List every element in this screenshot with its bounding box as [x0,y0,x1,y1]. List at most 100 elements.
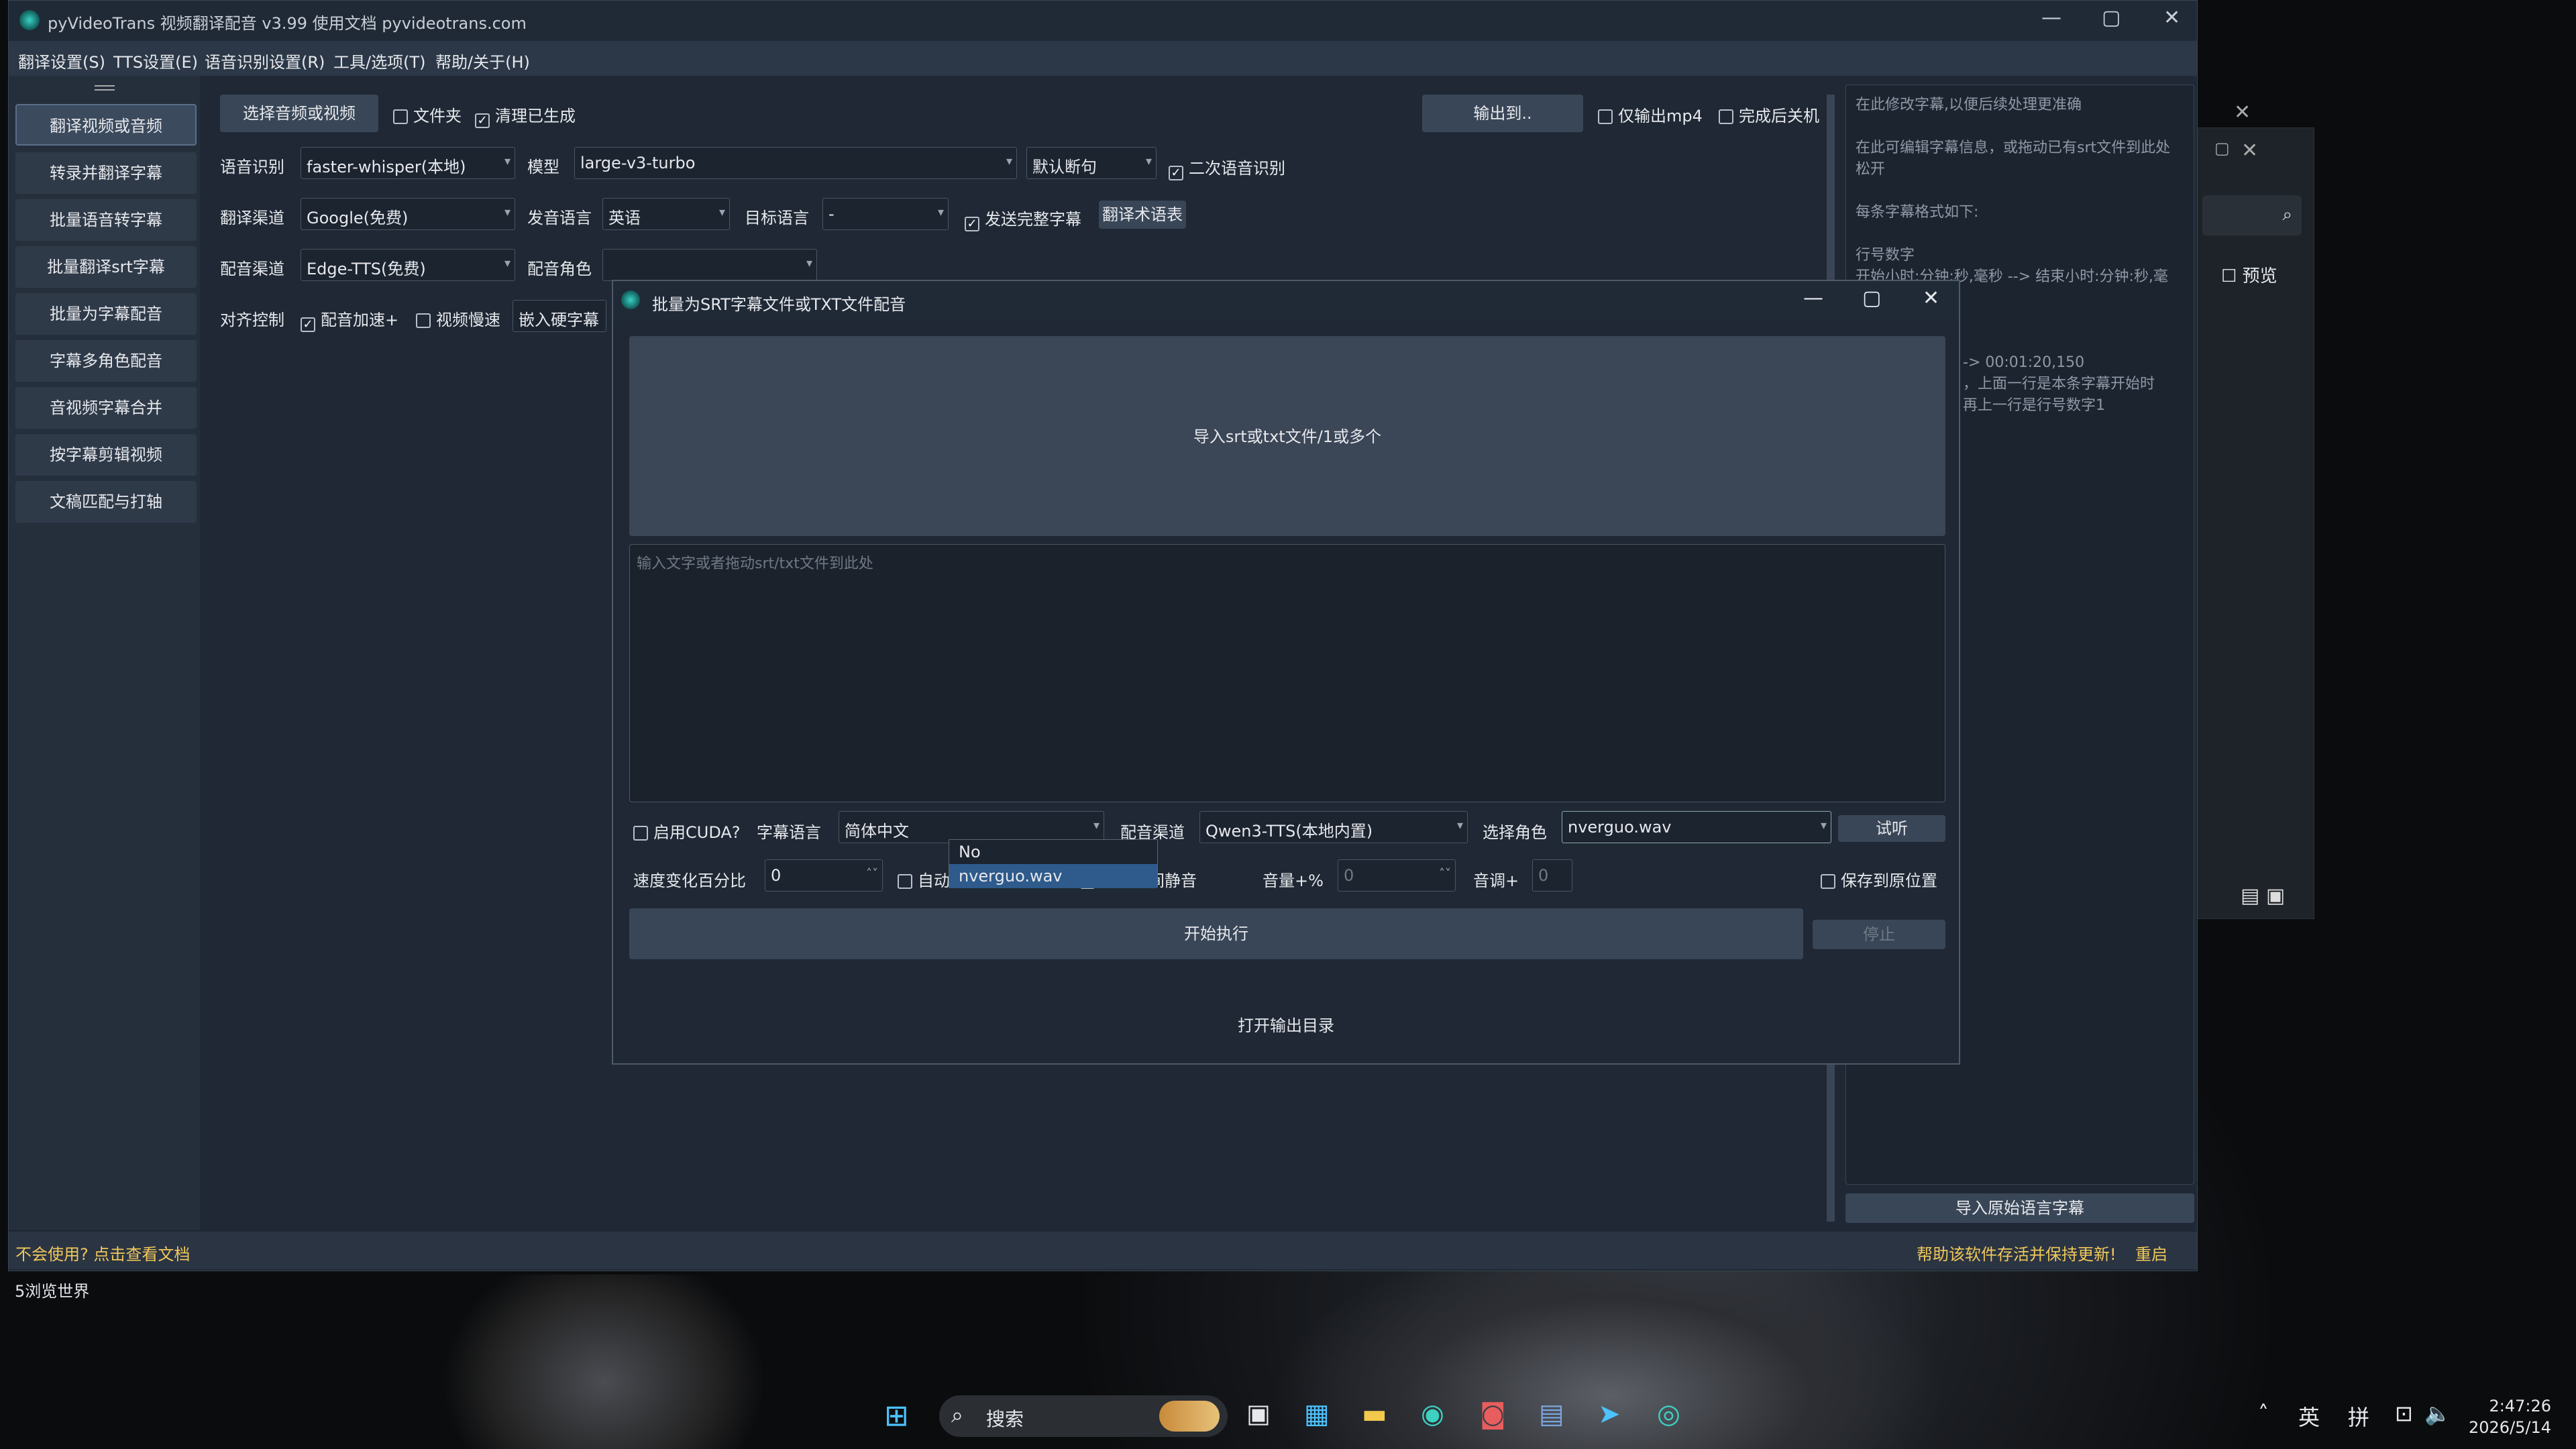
save-orig-checkbox[interactable]: 保存到原位置 [1821,867,1937,891]
support-link[interactable]: 帮助该软件存活并保持更新! [1917,1241,2116,1265]
ime-lang[interactable]: 英 [2298,1401,2320,1432]
menu-translate-settings[interactable]: 翻译设置(S) [18,49,105,72]
sub-lang-label: 字幕语言 [757,823,821,842]
help-doc-link[interactable]: 不会使用? 点击查看文档 [15,1241,190,1265]
second-asr-checkbox[interactable]: ✓ 二次语音识别 [1169,155,1285,180]
cuda-checkbox[interactable]: 启用CUDA? [633,819,741,843]
calculator-icon[interactable]: ▤ [1539,1399,1564,1430]
pyvideotrans-taskbar-icon[interactable]: ◎ [1657,1399,1680,1430]
dialog-close-icon[interactable]: ✕ [1923,286,1939,310]
volume-stepper[interactable]: 0 ˄˅ [1338,859,1456,892]
nav-batch-translate-srt[interactable]: 批量翻译srt字幕 [15,246,197,288]
speedup-checkbox[interactable]: ✓ 配音加速+ [301,307,398,332]
nav-transcribe-translate[interactable]: 转录并翻译字幕 [15,152,197,194]
start-button[interactable]: 开始执行 [629,908,1803,959]
restart-link[interactable]: 重启 [2135,1241,2167,1265]
listen-button[interactable]: 试听 [1838,815,1945,842]
tgt-lang-select[interactable]: - ▾ [822,198,949,230]
role-option-nverguo[interactable]: nverguo.wav [949,864,1157,888]
model-select[interactable]: large-v3-turbo ▾ [574,147,1017,179]
task-view-icon[interactable]: ▣ [1246,1399,1271,1428]
chevron-down-icon: ▾ [718,205,725,219]
taskbar [0,1383,2576,1449]
menu-tts-settings[interactable]: TTS设置(E) [113,49,198,72]
dialog-maximize-icon[interactable]: ▢ [1862,286,1881,310]
volume-label: 音量+% [1263,871,1324,890]
open-output-dir-link[interactable]: 打开输出目录 [613,1012,1959,1036]
src-lang-select[interactable]: 英语 ▾ [602,198,730,230]
import-original-subtitle-button[interactable]: 导入原始语言字幕 [1845,1193,2194,1223]
import-dropzone[interactable]: 导入srt或txt文件/1或多个 [629,336,1945,536]
feishu-icon[interactable]: ➤ [1598,1399,1621,1430]
nav-multi-role-dub[interactable]: 字幕多角色配音 [15,340,197,382]
glossary-button[interactable]: 翻译术语表 [1099,201,1186,229]
menu-tools[interactable]: 工具/选项(T) [333,49,425,72]
speed-stepper[interactable]: 0 ˄˅ [765,859,883,892]
pitch-stepper[interactable]: 0 [1532,859,1572,892]
chevron-down-icon: ▾ [504,154,511,168]
network-icon[interactable]: ⊡ [2395,1401,2413,1426]
chevron-down-icon: ▾ [1006,154,1012,168]
file-explorer-icon[interactable]: ▬ [1362,1399,1387,1430]
ime-mode[interactable]: 拼 [2348,1401,2369,1432]
nav-align-text[interactable]: 文稿匹配与打轴 [15,481,197,523]
app-red-icon[interactable]: ◙ [1480,1399,1506,1430]
nav-batch-dub[interactable]: 批量为字幕配音 [15,293,197,335]
maximize-icon[interactable]: ▢ [2102,6,2121,30]
translate-select[interactable]: Google(免费) ▾ [301,198,515,230]
speed-label: 速度变化百分比 [633,871,746,890]
edge-icon[interactable]: ◉ [1421,1399,1444,1430]
status-bar: 不会使用? 点击查看文档 帮助该软件存活并保持更新! 重启 [9,1232,2197,1269]
nav-cut-by-subtitle[interactable]: 按字幕剪辑视频 [15,434,197,476]
collapse-handle-icon[interactable] [95,85,115,91]
menu-asr-settings[interactable]: 语音识别设置(R) [205,49,325,72]
menu-help[interactable]: 帮助/关于(H) [435,49,530,72]
subtitle-text-input[interactable]: 输入文字或者拖动srt/txt文件到此处 [629,544,1945,802]
send-full-checkbox[interactable]: ✓ 发送完整字幕 [965,206,1081,231]
clean-checkbox[interactable]: ✓ 清理已生成 [475,103,576,128]
dialog-role-label: 选择角色 [1483,823,1547,842]
role-dropdown-list: No nverguo.wav [949,839,1158,888]
pitch-label: 音调+ [1473,871,1519,890]
output-to-button[interactable]: 输出到.. [1422,95,1583,132]
tts-select[interactable]: Edge-TTS(免费) ▾ [301,249,515,281]
bg-maximize-icon[interactable]: ▢ [2214,139,2230,158]
hardsub-select[interactable]: 嵌入硬字幕 [513,300,606,332]
volume-icon[interactable]: 🔈 [2424,1401,2451,1426]
start-icon[interactable]: ⊞ [884,1399,909,1433]
taskbar-search[interactable]: ⌕ 搜索 [939,1395,1228,1437]
chevron-down-icon: ▾ [937,205,944,219]
bg-preview-toggle[interactable]: ☐ 预览 [2221,262,2277,287]
bg-window-close-icon[interactable]: ✕ [2234,101,2251,124]
minimize-icon[interactable]: — [2041,6,2061,30]
tts-label: 配音渠道 [220,260,284,278]
clock[interactable]: 2:47:26 2026/5/14 [2469,1395,2551,1438]
bg-view-icons[interactable]: ▤ ▣ [2241,884,2285,908]
asr-label: 语音识别 [220,158,284,176]
dialog-tts-select[interactable]: Qwen3-TTS(本地内置) ▾ [1199,811,1468,843]
bg-close-icon[interactable]: ✕ [2241,139,2258,162]
nav-av-merge[interactable]: 音视频字幕合并 [15,387,197,429]
stop-button[interactable]: 停止 [1813,920,1945,949]
translate-label: 翻译渠道 [220,209,284,227]
nav-translate-video[interactable]: 翻译视频或音频 [15,104,197,146]
asr-select[interactable]: faster-whisper(本地) ▾ [301,147,515,179]
dialog-role-select[interactable]: nverguo.wav ▾ [1562,811,1831,843]
shutdown-checkbox[interactable]: 完成后关机 [1719,103,1819,126]
close-icon[interactable]: ✕ [2163,6,2180,30]
role-label: 配音角色 [527,260,592,278]
search-highlight-icon [1159,1401,1220,1432]
only-mp4-checkbox[interactable]: 仅输出mp4 [1598,103,1703,126]
slow-video-checkbox[interactable]: 视频慢速 [416,307,500,330]
dialog-minimize-icon[interactable]: — [1803,286,1823,310]
role-option-no[interactable]: No [949,840,1157,864]
sub-lang-select[interactable]: 简体中文 ▾ [839,811,1104,843]
bg-search-box[interactable]: ⌕ [2202,195,2302,235]
store-icon[interactable]: ▦ [1304,1399,1330,1430]
select-media-button[interactable]: 选择音频或视频 [220,95,378,132]
role-select[interactable]: ▾ [602,249,817,281]
folder-checkbox[interactable]: 文件夹 [393,103,462,126]
split-select[interactable]: 默认断句 ▾ [1026,147,1157,179]
tray-chevron-icon[interactable]: ˄ [2258,1401,2269,1426]
nav-batch-asr[interactable]: 批量语音转字幕 [15,199,197,241]
